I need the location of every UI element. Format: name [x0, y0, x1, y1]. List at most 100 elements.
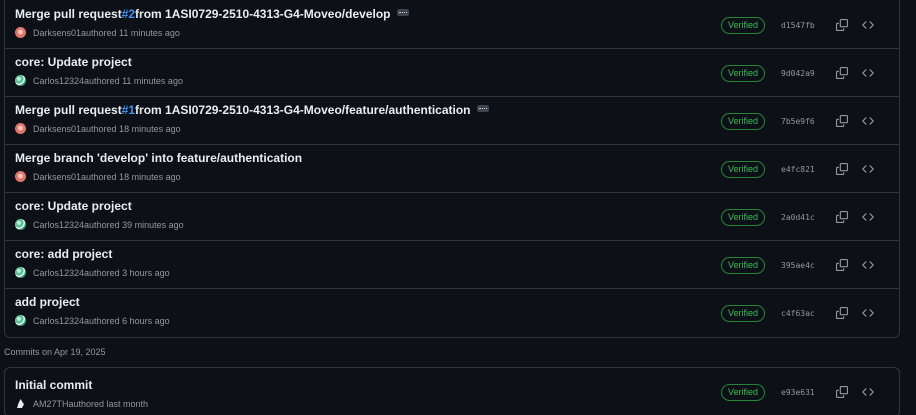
avatar[interactable] — [15, 75, 26, 86]
commit-row: core: Update project Carlos12324 authored… — [5, 193, 899, 241]
verified-badge[interactable]: Verified — [720, 383, 765, 401]
commit-sha-link[interactable]: 7b5e9f6 — [781, 117, 821, 126]
commit-title[interactable]: Initial commit — [15, 378, 92, 392]
verified-badge[interactable]: Verified — [720, 16, 765, 34]
avatar[interactable] — [15, 267, 26, 278]
copy-icon[interactable] — [833, 256, 851, 274]
commit-title-text[interactable]: Merge branch 'develop' into feature/auth… — [15, 151, 302, 165]
commit-list: Initial commit AM27TH authored last month… — [4, 367, 900, 415]
copy-icon[interactable] — [833, 304, 851, 322]
code-icon[interactable] — [859, 208, 877, 226]
author-link[interactable]: Carlos12324 — [33, 220, 84, 230]
code-icon[interactable] — [859, 64, 877, 82]
copy-icon[interactable] — [833, 112, 851, 130]
commit-date-heading: Commits on Apr 19, 2025 — [4, 347, 106, 357]
commit-title[interactable]: Merge pull request #2 from 1ASI0729-2510… — [15, 7, 409, 21]
avatar[interactable] — [15, 27, 26, 38]
commit-meta: Carlos12324 authored 39 minutes ago — [15, 219, 184, 230]
commit-title-text[interactable]: Initial commit — [15, 378, 92, 392]
authored-time: authored 11 minutes ago — [81, 27, 180, 38]
avatar[interactable] — [15, 315, 26, 326]
commit-title-text[interactable]: add project — [15, 295, 80, 309]
copy-icon[interactable] — [833, 64, 851, 82]
author-link[interactable]: Carlos12324 — [33, 76, 84, 86]
commit-meta: Carlos12324 authored 11 minutes ago — [15, 75, 183, 86]
commit-history: Merge pull request #2 from 1ASI0729-2510… — [0, 0, 916, 415]
copy-icon[interactable] — [833, 383, 851, 401]
commit-sha-link[interactable]: e4fc821 — [781, 165, 821, 174]
commit-meta: Darksens01 authored 18 minutes ago — [15, 123, 181, 134]
verified-badge[interactable]: Verified — [720, 304, 765, 322]
commit-title-text[interactable]: Merge pull request — [15, 7, 122, 21]
avatar[interactable] — [15, 398, 26, 409]
commit-title[interactable]: core: add project — [15, 247, 112, 261]
commit-meta: Darksens01 authored 11 minutes ago — [15, 27, 180, 38]
authored-time: authored 3 hours ago — [84, 267, 170, 278]
commit-row: Merge pull request #1 from 1ASI0729-2510… — [5, 97, 899, 145]
commit-title[interactable]: Merge pull request #1 from 1ASI0729-2510… — [15, 103, 489, 117]
commit-sha-link[interactable]: 9d042a9 — [781, 69, 821, 78]
commit-title-text[interactable]: core: Update project — [15, 199, 132, 213]
avatar[interactable] — [15, 171, 26, 182]
verified-badge[interactable]: Verified — [720, 160, 765, 178]
commit-actions: Verified 2a0d41c — [720, 208, 883, 226]
authored-time: authored last month — [68, 398, 149, 409]
commit-title-text[interactable]: core: add project — [15, 247, 112, 261]
code-icon[interactable] — [859, 304, 877, 322]
avatar[interactable] — [15, 219, 26, 230]
copy-icon[interactable] — [833, 16, 851, 34]
commit-actions: Verified d1547fb — [720, 16, 883, 34]
commit-row: Merge pull request #2 from 1ASI0729-2510… — [5, 0, 899, 49]
author-link[interactable]: Carlos12324 — [33, 268, 84, 278]
commit-title[interactable]: Merge branch 'develop' into feature/auth… — [15, 151, 302, 165]
avatar[interactable] — [15, 123, 26, 134]
commit-sha-link[interactable]: 2a0d41c — [781, 213, 821, 222]
commit-title-text[interactable]: from 1ASI0729-2510-4313-G4-Moveo/feature… — [135, 103, 470, 117]
authored-time: authored 11 minutes ago — [84, 75, 183, 86]
commit-title[interactable]: core: Update project — [15, 199, 132, 213]
code-icon[interactable] — [859, 16, 877, 34]
commit-title[interactable]: core: Update project — [15, 55, 132, 69]
copy-icon[interactable] — [833, 208, 851, 226]
commit-row: Initial commit AM27TH authored last month… — [5, 368, 899, 415]
commit-row: core: add project Carlos12324 authored 3 … — [5, 241, 899, 289]
commit-actions: Verified c4f63ac — [720, 304, 883, 322]
pull-request-link[interactable]: #2 — [122, 7, 135, 21]
author-link[interactable]: Carlos12324 — [33, 316, 84, 326]
authored-time: authored 39 minutes ago — [84, 219, 184, 230]
code-icon[interactable] — [859, 383, 877, 401]
verified-badge[interactable]: Verified — [720, 256, 765, 274]
verified-badge[interactable]: Verified — [720, 112, 765, 130]
copy-icon[interactable] — [833, 160, 851, 178]
commit-sha-link[interactable]: e93e631 — [781, 388, 821, 397]
authored-time: authored 6 hours ago — [84, 315, 170, 326]
commit-sha-link[interactable]: 395ae4c — [781, 261, 821, 270]
commit-sha-link[interactable]: d1547fb — [781, 21, 821, 30]
commit-sha-link[interactable]: c4f63ac — [781, 309, 821, 318]
code-icon[interactable] — [859, 160, 877, 178]
commit-meta: Darksens01 authored 18 minutes ago — [15, 171, 181, 182]
commit-title[interactable]: add project — [15, 295, 80, 309]
author-link[interactable]: Darksens01 — [33, 28, 81, 38]
commit-actions: Verified e93e631 — [720, 383, 883, 401]
commit-meta: AM27TH authored last month — [15, 398, 148, 409]
commit-actions: Verified 395ae4c — [720, 256, 883, 274]
pull-request-link[interactable]: #1 — [122, 103, 135, 117]
ellipsis-icon[interactable] — [476, 104, 489, 112]
commit-actions: Verified e4fc821 — [720, 160, 883, 178]
commit-title-text[interactable]: from 1ASI0729-2510-4313-G4-Moveo/develop — [135, 7, 390, 21]
author-link[interactable]: Darksens01 — [33, 124, 81, 134]
commit-title-text[interactable]: Merge pull request — [15, 103, 122, 117]
authored-time: authored 18 minutes ago — [81, 123, 181, 134]
author-link[interactable]: Darksens01 — [33, 172, 81, 182]
code-icon[interactable] — [859, 112, 877, 130]
authored-time: authored 18 minutes ago — [81, 171, 181, 182]
commit-meta: Carlos12324 authored 3 hours ago — [15, 267, 170, 278]
code-icon[interactable] — [859, 256, 877, 274]
commit-row: add project Carlos12324 authored 6 hours … — [5, 289, 899, 337]
author-link[interactable]: AM27TH — [33, 399, 69, 409]
verified-badge[interactable]: Verified — [720, 208, 765, 226]
verified-badge[interactable]: Verified — [720, 64, 765, 82]
ellipsis-icon[interactable] — [396, 8, 409, 16]
commit-title-text[interactable]: core: Update project — [15, 55, 132, 69]
